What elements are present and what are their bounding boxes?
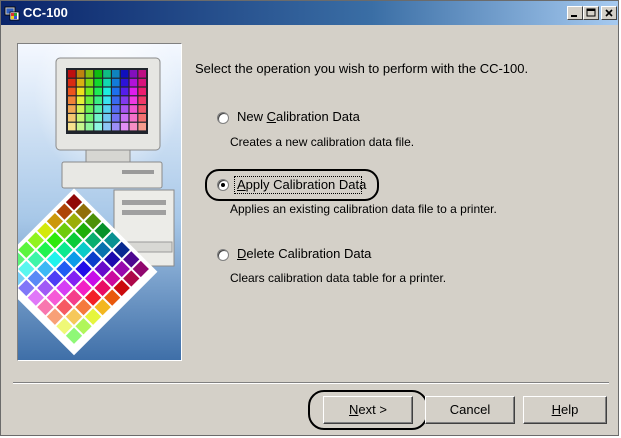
mnemonic: N (349, 402, 359, 417)
option-label-text: pply Calibration Data (245, 177, 367, 192)
maximize-icon (586, 8, 596, 17)
option-description-new: Creates a new calibration data file. (230, 135, 415, 149)
button-separator (13, 382, 609, 384)
help-button[interactable]: Help (523, 396, 607, 424)
option-label-apply-calibration[interactable]: Apply Calibration Data (237, 177, 366, 192)
app-icon (4, 6, 20, 21)
radio-delete-calibration[interactable] (217, 249, 229, 261)
instruction-text: Select the operation you wish to perform… (195, 61, 529, 76)
cancel-button[interactable]: Cancel (425, 396, 515, 424)
next-button[interactable]: Next > (323, 396, 413, 424)
title-bar[interactable]: CC-100 (1, 1, 618, 25)
radio-new-calibration[interactable] (217, 112, 229, 124)
mnemonic: D (237, 246, 247, 261)
mnemonic: C (266, 109, 277, 124)
close-icon (605, 9, 613, 17)
option-label-delete-calibration[interactable]: Delete Calibration Data (237, 246, 371, 261)
button-label: ext > (358, 402, 387, 417)
option-description-apply: Applies an existing calibration data fil… (230, 202, 497, 216)
close-button[interactable] (601, 6, 617, 20)
computer-color-chart-image (18, 44, 181, 360)
button-label: elp (561, 402, 579, 417)
minimize-button[interactable] (567, 6, 583, 20)
window-title: CC-100 (23, 5, 68, 20)
option-label-text: New (237, 109, 267, 124)
mnemonic: H (551, 402, 562, 417)
option-label-text: elete Calibration Data (246, 246, 372, 261)
option-description-delete: Clears calibration data table for a prin… (230, 271, 447, 285)
wizard-illustration (17, 43, 182, 361)
option-label-text: alibration Data (276, 109, 360, 124)
maximize-button[interactable] (583, 6, 599, 20)
radio-apply-calibration[interactable] (217, 179, 229, 191)
screen-color-grid (68, 70, 146, 131)
button-label: Cancel (449, 402, 491, 417)
mnemonic: A (237, 177, 246, 192)
minimize-icon (571, 15, 577, 17)
wizard-window: CC-100 Select the operation you wish to … (0, 0, 619, 436)
option-label-new-calibration[interactable]: New Calibration Data (237, 109, 360, 124)
